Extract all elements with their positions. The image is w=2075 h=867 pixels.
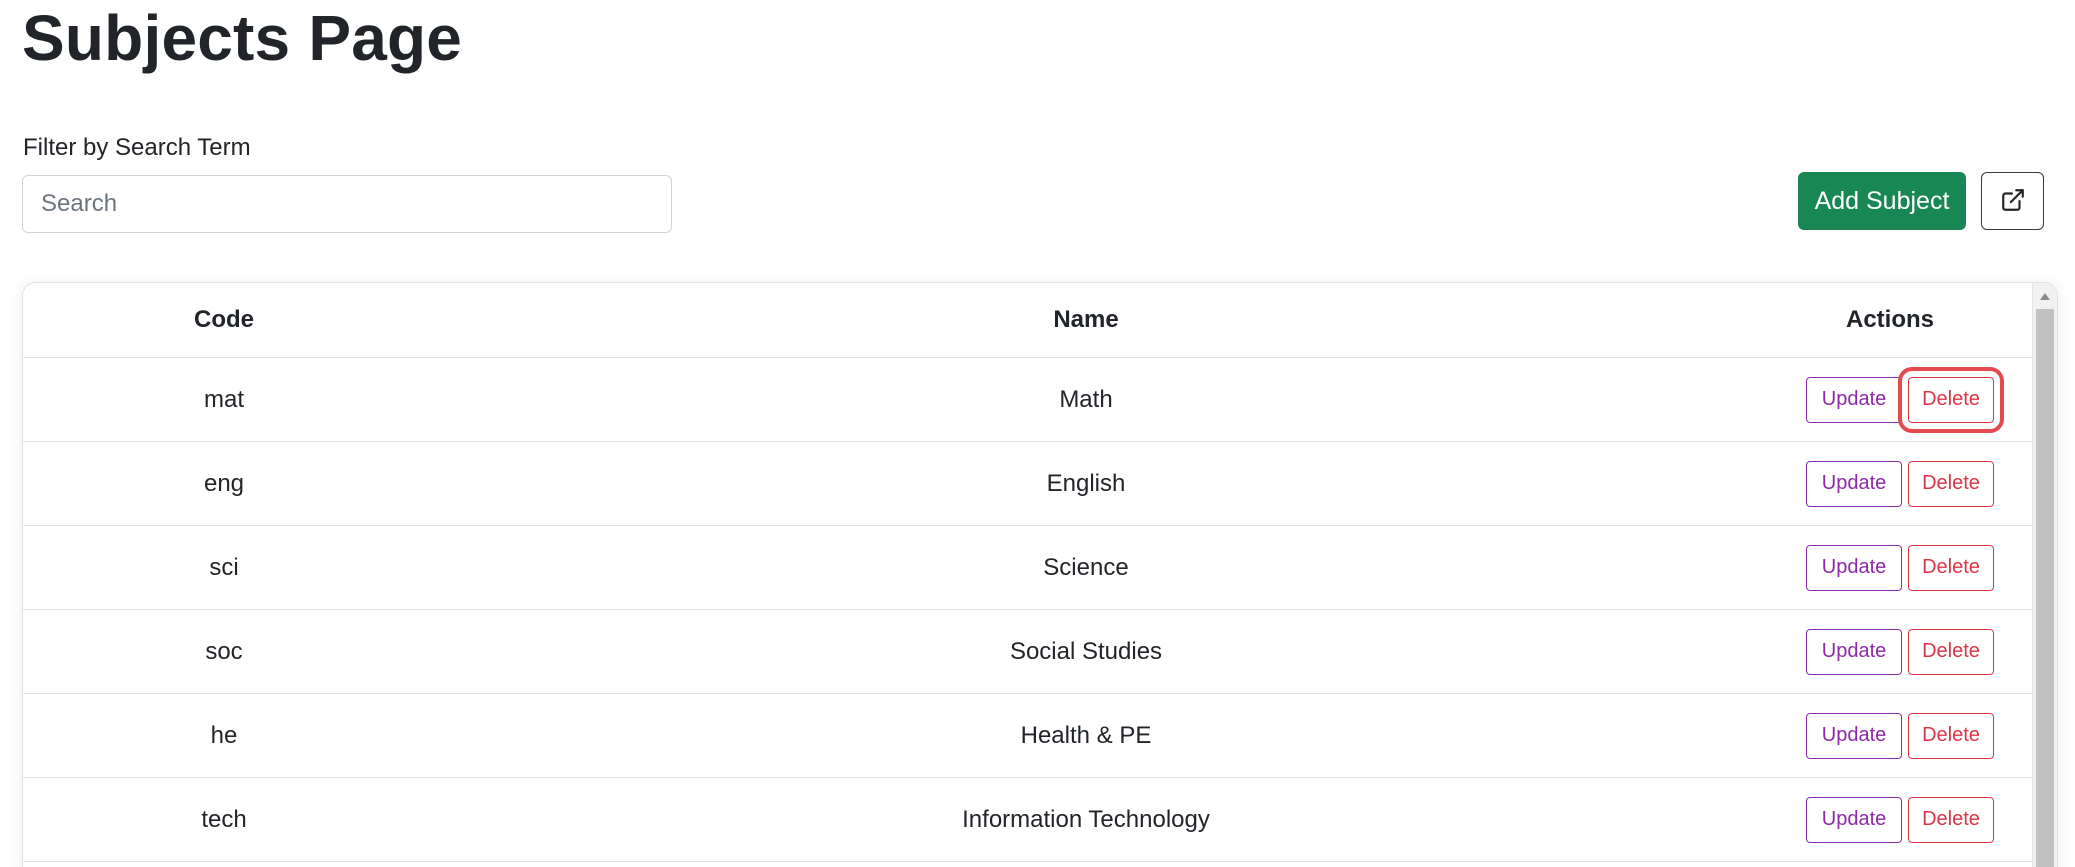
table-header-row: Code Name Actions [23, 283, 2033, 358]
update-button[interactable]: Update [1806, 796, 1902, 843]
subjects-table: Code Name Actions mat Math Update Delete [23, 283, 2033, 862]
header-actions: Actions [1747, 283, 2033, 358]
cell-name: Science [425, 525, 1747, 610]
cell-name: Social Studies [425, 609, 1747, 694]
scroll-up-arrow-icon[interactable] [2040, 293, 2050, 300]
table-row: mat Math Update Delete [23, 357, 2033, 442]
delete-button[interactable]: Delete [1908, 544, 1994, 591]
delete-button[interactable]: Delete [1908, 460, 1994, 507]
cell-actions: Update Delete [1747, 441, 2033, 526]
page-title: Subjects Page [22, 2, 463, 74]
cell-actions: Update Delete [1747, 609, 2033, 694]
external-link-icon [2000, 187, 2026, 216]
cell-code: tech [23, 777, 425, 862]
table-scrollbar[interactable] [2032, 283, 2057, 867]
table-row: eng English Update Delete [23, 441, 2033, 526]
add-subject-button[interactable]: Add Subject [1798, 172, 1966, 230]
search-input[interactable] [22, 175, 672, 233]
cell-name: Health & PE [425, 693, 1747, 778]
update-button[interactable]: Update [1806, 712, 1902, 759]
cell-actions: Update Delete [1747, 525, 2033, 610]
delete-button[interactable]: Delete [1908, 628, 1994, 675]
header-code: Code [23, 283, 425, 358]
cell-actions: Update Delete [1747, 357, 2033, 442]
delete-button[interactable]: Delete [1908, 796, 1994, 843]
cell-name: English [425, 441, 1747, 526]
scroll-thumb[interactable] [2036, 309, 2054, 867]
cell-code: eng [23, 441, 425, 526]
cell-actions: Update Delete [1747, 693, 2033, 778]
table-row: tech Information Technology Update Delet… [23, 777, 2033, 862]
update-button[interactable]: Update [1806, 460, 1902, 507]
update-button[interactable]: Update [1806, 628, 1902, 675]
update-button[interactable]: Update [1806, 544, 1902, 591]
cell-code: he [23, 693, 425, 778]
cell-actions: Update Delete [1747, 777, 2033, 862]
cell-code: mat [23, 357, 425, 442]
table-row: he Health & PE Update Delete [23, 693, 2033, 778]
header-name: Name [425, 283, 1747, 358]
export-button[interactable] [1981, 172, 2044, 230]
cell-name: Math [425, 357, 1747, 442]
filter-label: Filter by Search Term [23, 134, 251, 161]
delete-button[interactable]: Delete [1898, 366, 2004, 433]
subjects-table-card: Code Name Actions mat Math Update Delete [22, 282, 2058, 867]
cell-code: soc [23, 609, 425, 694]
cell-code: sci [23, 525, 425, 610]
subjects-page: Subjects Page Filter by Search Term Add … [0, 0, 2075, 867]
table-row: sci Science Update Delete [23, 525, 2033, 610]
table-row: soc Social Studies Update Delete [23, 609, 2033, 694]
delete-button[interactable]: Delete [1908, 712, 1994, 759]
cell-name: Information Technology [425, 777, 1747, 862]
update-button[interactable]: Update [1806, 376, 1902, 423]
